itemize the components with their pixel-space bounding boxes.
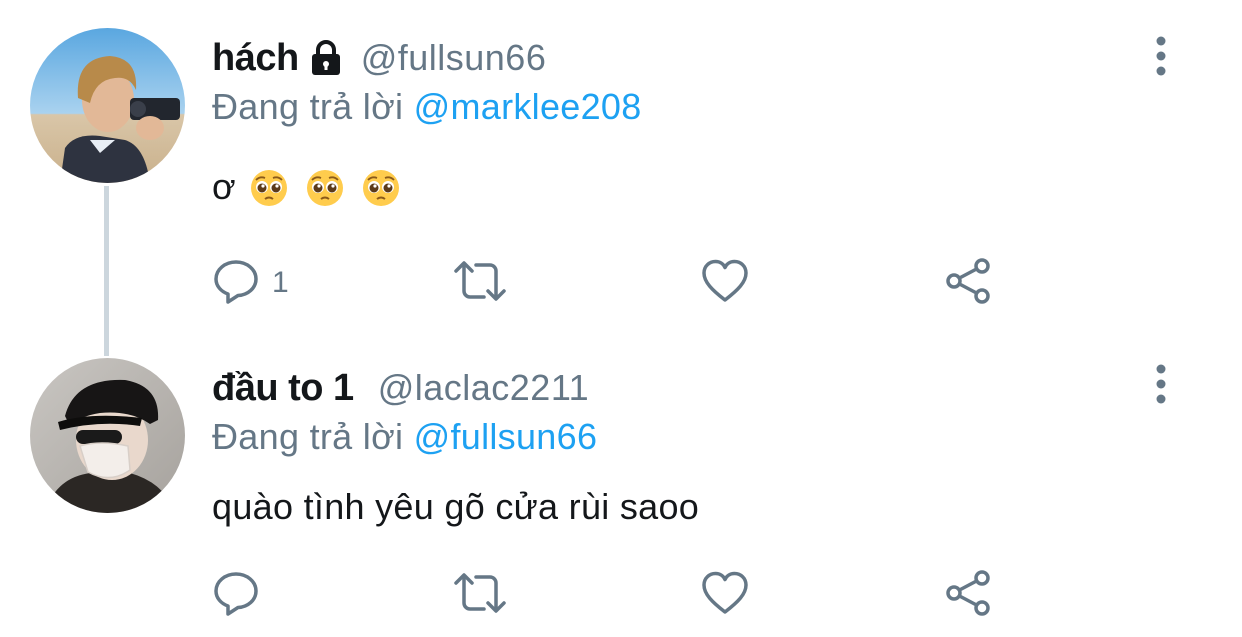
tweet[interactable]: đầu to 1 @laclac2211 Đang trả lời @fulls… [0,330,1242,637]
tweet-text: quào tình yêu gõ cửa rùi saoo [212,486,700,527]
reply-icon [212,257,260,310]
replying-to-label: Đang trả lời [212,416,404,457]
retweet-button[interactable] [452,570,508,620]
retweet-icon [452,257,508,310]
retweet-button[interactable] [452,258,508,308]
share-icon [944,256,994,311]
like-icon [700,257,750,310]
share-button[interactable] [944,568,994,623]
reply-button[interactable]: 1 [212,258,289,308]
pleading-face-emoji [306,169,344,207]
like-button[interactable] [700,570,750,620]
more-icon[interactable] [1148,36,1174,76]
share-button[interactable] [944,256,994,311]
replying-to-label: Đang trả lời [212,86,404,127]
reply-count: 1 [272,266,289,299]
tweet-text: ơ [212,166,400,208]
tweet-header: đầu to 1 @laclac2211 [212,366,589,410]
reply-icon [212,569,260,622]
retweet-icon [452,569,508,622]
display-name[interactable]: hách [212,37,299,80]
display-name[interactable]: đầu to 1 [212,367,354,410]
more-icon[interactable] [1148,364,1174,404]
tweet-actions [212,568,1012,623]
avatar[interactable] [30,358,185,513]
reply-mention-link[interactable]: @marklee208 [414,86,642,127]
pleading-face-emoji [362,169,400,207]
lock-icon [309,39,343,77]
reply-mention-link[interactable]: @fullsun66 [414,416,598,457]
tweet-header: hách @fullsun66 [212,36,546,80]
share-icon [944,568,994,623]
tweet-actions: 1 [212,256,1012,311]
like-button[interactable] [700,258,750,308]
user-handle[interactable]: @fullsun66 [361,37,547,79]
avatar[interactable] [30,28,185,183]
like-icon [700,569,750,622]
reply-button[interactable] [212,570,272,620]
user-handle[interactable]: @laclac2211 [378,367,590,409]
replying-to-line: Đang trả lời @fullsun66 [212,416,597,458]
replying-to-line: Đang trả lời @marklee208 [212,86,642,128]
pleading-face-emoji [250,169,288,207]
tweet-text-content: ơ [212,166,236,207]
tweet[interactable]: hách @fullsun66 Đang trả lời @marklee208… [0,0,1242,330]
